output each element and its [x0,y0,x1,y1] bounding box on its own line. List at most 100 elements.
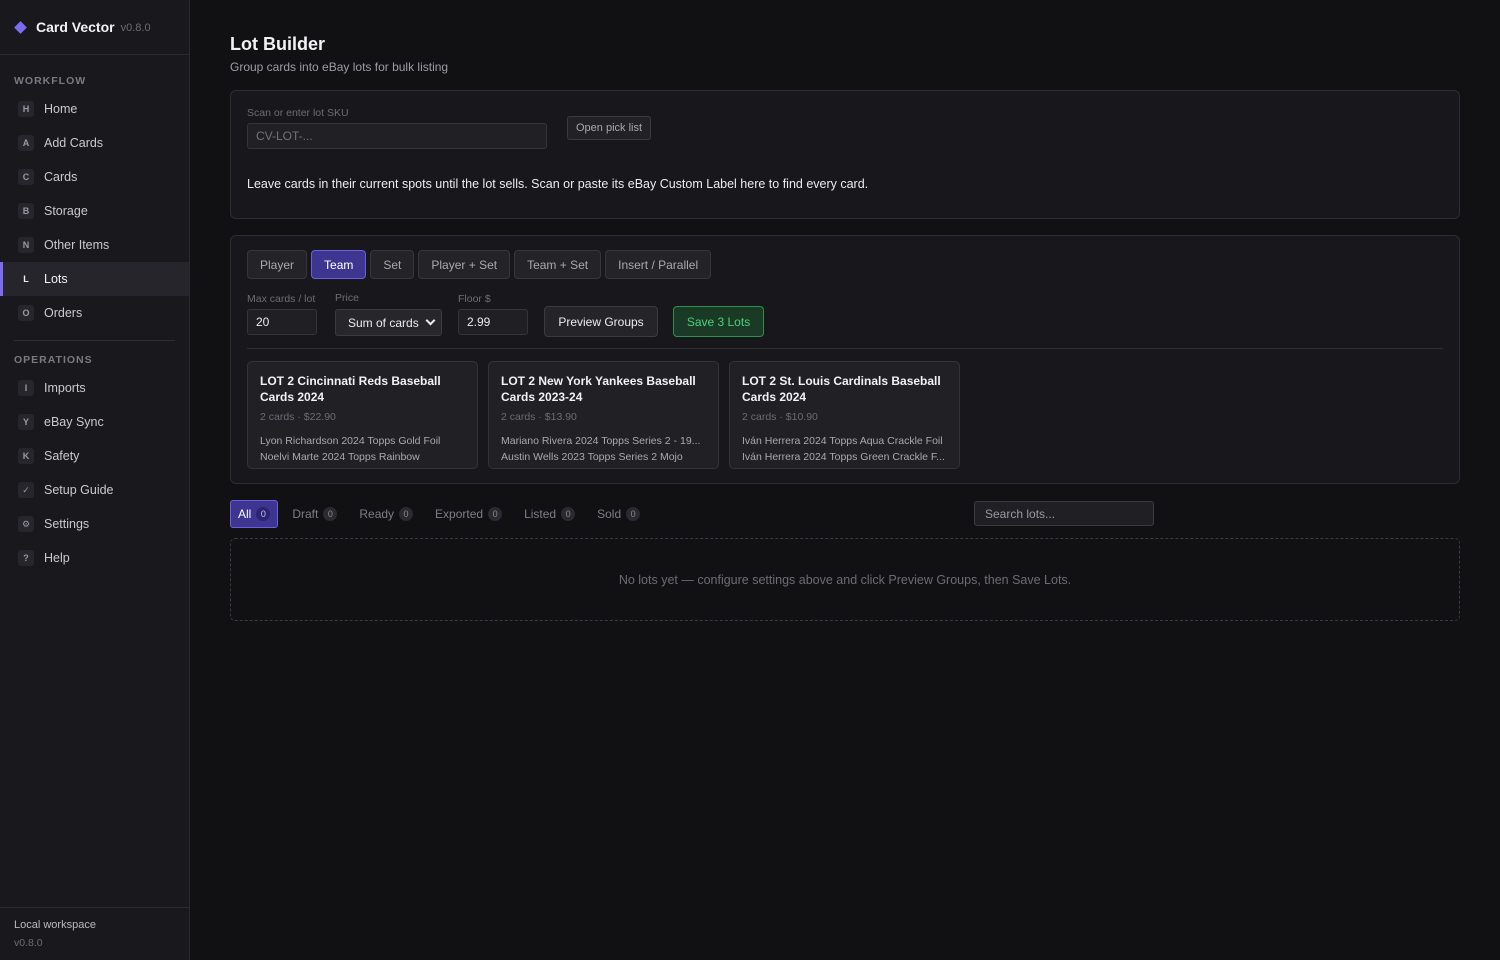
lot-preview-card[interactable]: LOT 2 St. Louis Cardinals Baseball Cards… [729,361,960,469]
group-by-tabs: Player Team Set Player + Set Team + Set … [247,250,712,279]
empty-lots-state: No lots yet — configure settings above a… [230,538,1460,621]
tab-team-set[interactable]: Team + Set [514,250,602,279]
sidebar: Card Vector v0.8.0 WORKFLOW H Home A Add C… [0,0,190,960]
sidebar-item-label: Cards [44,170,78,184]
sidebar-item-label: Storage [44,204,88,218]
status-tab-listed[interactable]: Listed 0 [516,500,583,528]
sidebar-item-label: Settings [44,517,90,531]
lot-title: LOT 2 Cincinnati Reds Baseball Cards 202… [260,374,441,404]
tab-insert-parallel[interactable]: Insert / Parallel [605,250,712,279]
sidebar-item-label: Other Items [44,238,110,252]
diamond-logo-icon [14,20,27,34]
price-select-value: Sum of cards [348,315,419,330]
safety-key-icon: K [18,448,34,464]
sidebar-item-label: Setup Guide [44,483,114,497]
sidebar-item-setup-guide[interactable]: ✓ Setup Guide [0,473,189,507]
brand[interactable]: Card Vector v0.8.0 [0,0,189,55]
lot-preview-card[interactable]: LOT 2 Cincinnati Reds Baseball Cards 202… [247,361,478,469]
lot-preview-card[interactable]: LOT 2 New York Yankees Baseball Cards 20… [488,361,719,469]
status-tab-draft[interactable]: Draft 0 [284,500,345,528]
tab-player[interactable]: Player [247,250,308,279]
workspace-label: Local workspace [14,919,96,931]
app-version: v0.8.0 [120,22,151,34]
count-badge: 0 [323,507,338,521]
other-items-key-icon: N [18,237,34,253]
tab-player-set[interactable]: Player + Set [418,250,511,279]
storage-key-icon: B [18,203,34,219]
lot-card-item: Iván Herrera 2024 Topps Green Crackle F.… [742,451,945,463]
lot-card-item: Mariano Rivera 2024 Topps Series 2 - 19.… [501,435,701,447]
sidebar-item-label: Orders [44,306,83,320]
sidebar-item-label: Imports [44,381,86,395]
status-tab-exported[interactable]: Exported 0 [427,500,510,528]
save-lots-button[interactable]: Save 3 Lots [673,306,764,337]
sidebar-item-label: Lots [44,272,68,286]
sidebar-item-help[interactable]: ? Help [0,541,189,575]
status-tab-ready[interactable]: Ready 0 [351,500,421,528]
price-label: Price [335,292,359,304]
preview-groups-button[interactable]: Preview Groups [544,306,658,337]
sidebar-item-settings[interactable]: ⚙ Settings [0,507,189,541]
page-title: Lot Builder [230,34,325,54]
count-badge: 0 [399,507,414,521]
status-tab-label: Sold [597,507,622,521]
status-tab-label: Exported [435,507,484,521]
floor-label: Floor $ [458,293,491,305]
app-name: Card Vector [36,19,115,35]
sidebar-item-other-items[interactable]: N Other Items [0,228,189,262]
floor-price-input[interactable]: 2.99 [458,309,528,335]
lots-key-icon: L [23,274,29,284]
page-subtitle: Group cards into eBay lots for bulk list… [230,60,449,74]
tab-team[interactable]: Team [311,250,367,279]
sidebar-item-label: eBay Sync [44,415,104,429]
lot-card-item: Noelvi Marte 2024 Topps Rainbow [260,451,420,463]
add-cards-key-icon: A [18,135,34,151]
max-cards-label: Max cards / lot [247,293,316,305]
lot-meta: 2 cards · $22.90 [260,411,336,423]
sidebar-item-label: Add Cards [44,136,104,150]
sidebar-item-label: Home [44,102,78,116]
status-tab-all[interactable]: All 0 [230,500,279,528]
sidebar-item-home[interactable]: H Home [0,92,189,126]
sidebar-item-storage[interactable]: B Storage [0,194,189,228]
orders-key-icon: O [18,305,34,321]
search-lots-input[interactable]: Search lots... [974,501,1154,526]
scan-instructions: Leave cards in their current spots until… [247,177,869,191]
open-pick-list-button[interactable]: Open pick list [567,116,652,140]
lot-card-item: Lyon Richardson 2024 Topps Gold Foil [260,435,441,447]
lot-title: LOT 2 St. Louis Cardinals Baseball Cards… [742,374,941,404]
lot-card-item: Iván Herrera 2024 Topps Aqua Crackle Foi… [742,435,943,447]
price-select[interactable]: Sum of cards [335,309,442,336]
sidebar-item-imports[interactable]: I Imports [0,371,189,405]
cards-key-icon: C [18,169,34,185]
sidebar-item-label: Help [44,551,70,565]
lot-sku-input[interactable] [247,123,547,149]
sidebar-item-cards[interactable]: C Cards [0,160,189,194]
count-badge: 0 [626,507,641,521]
question-mark-icon: ? [18,550,34,566]
status-tab-label: Listed [524,507,557,521]
tab-set[interactable]: Set [370,250,415,279]
status-tab-label: Ready [359,507,395,521]
status-tab-label: Draft [292,507,319,521]
lot-meta: 2 cards · $13.90 [501,411,577,423]
operations-section-label: OPERATIONS [14,354,93,366]
sidebar-item-add-cards[interactable]: A Add Cards [0,126,189,160]
gear-icon: ⚙ [18,516,34,532]
max-cards-input[interactable]: 20 [247,309,317,335]
lot-preview-list: LOT 2 Cincinnati Reds Baseball Cards 202… [247,361,960,469]
status-filter-tabs: All 0 Draft 0 Ready 0 Exported 0 Listed 0 Sol… [230,500,654,528]
chevron-down-icon [425,315,436,326]
sidebar-item-ebay-sync[interactable]: YeBay Sync [0,405,189,439]
home-key-icon: H [18,101,34,117]
sidebar-divider [14,340,175,341]
lot-meta: 2 cards · $10.90 [742,411,818,423]
scan-field-label: Scan or enter lot SKU [247,107,349,119]
status-tab-sold[interactable]: Sold 0 [589,500,648,528]
sidebar-item-orders[interactable]: O Orders [0,296,189,330]
sidebar-item-safety[interactable]: K Safety [0,439,189,473]
builder-divider [247,348,1443,349]
workflow-nav: H Home A Add Cards C Cards B Storage N Other … [0,92,189,330]
sidebar-item-lots[interactable]: L Lots [0,262,189,296]
status-tab-label: All [238,507,252,521]
